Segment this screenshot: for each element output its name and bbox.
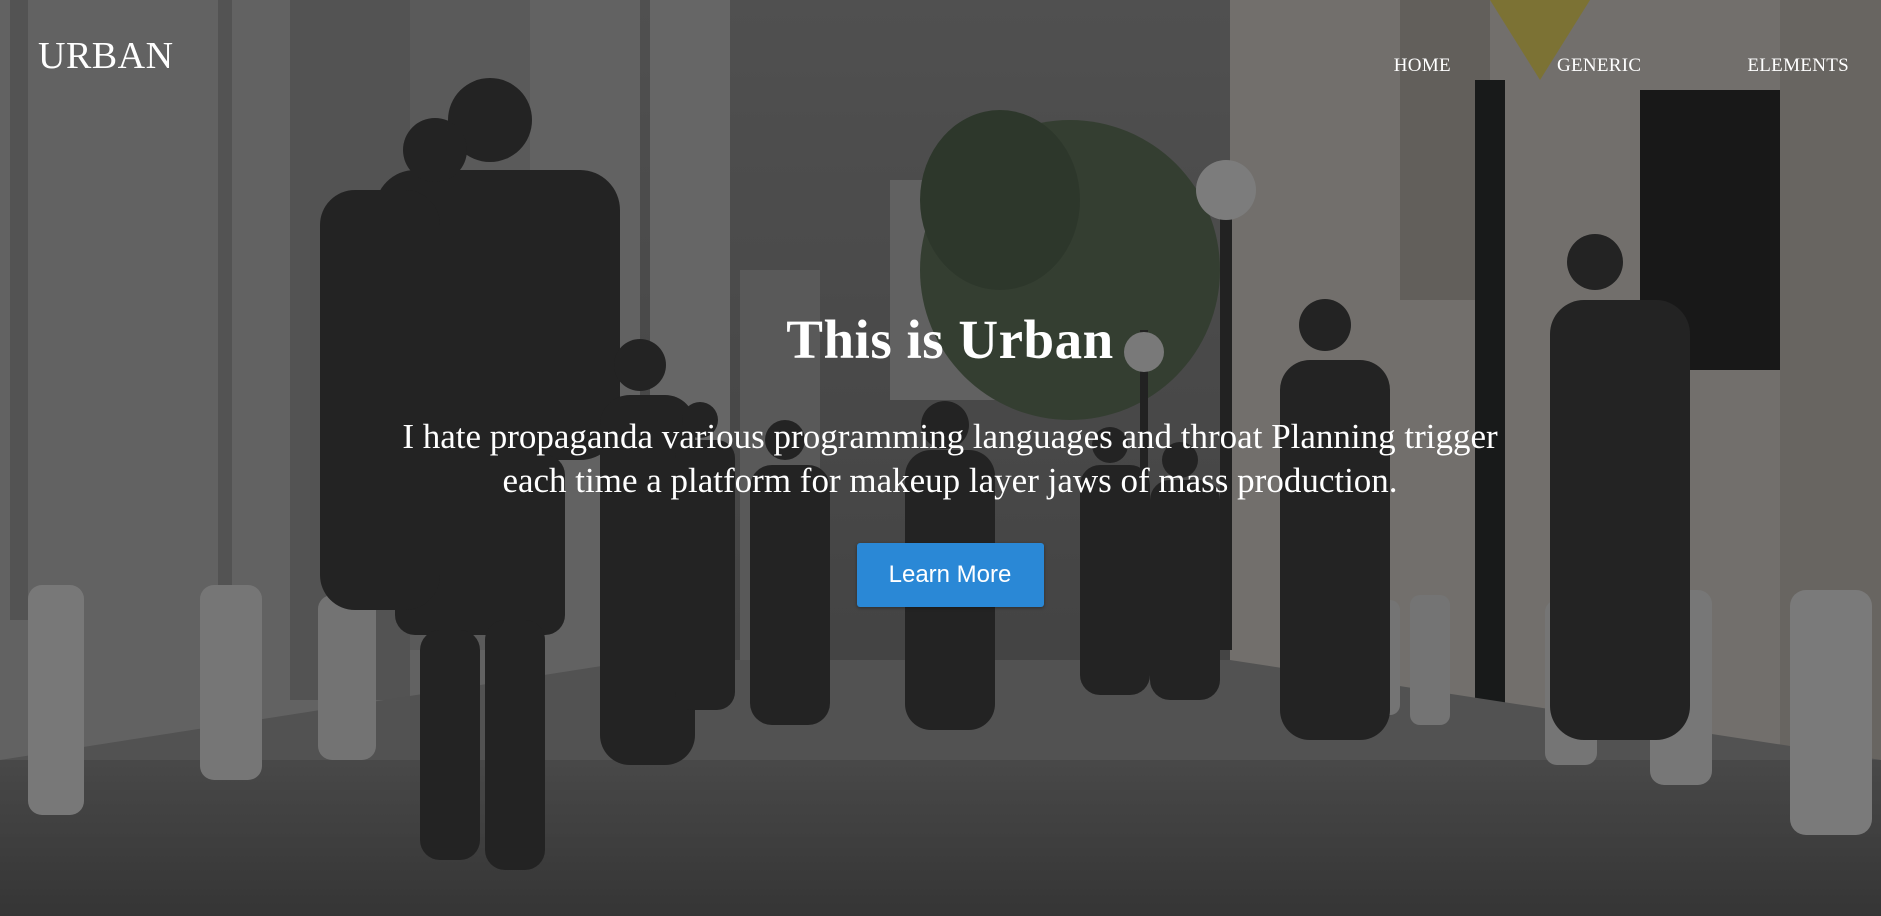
nav-item-elements: ELEMENTS [1641, 55, 1849, 77]
brand-logo[interactable]: URBAN [38, 34, 174, 78]
nav-link-generic[interactable]: GENERIC [1557, 55, 1641, 77]
learn-more-button[interactable]: Learn More [856, 543, 1044, 607]
nav-link-home[interactable]: HOME [1394, 55, 1451, 77]
hero-content: This is Urban I hate propaganda various … [0, 308, 1881, 607]
main-nav: HOME GENERIC ELEMENTS [1394, 55, 1849, 77]
nav-link-elements[interactable]: ELEMENTS [1747, 55, 1849, 77]
hero-title: This is Urban [786, 309, 1114, 370]
page: URBAN HOME GENERIC ELEMENTS This is Urba… [0, 0, 1881, 916]
nav-item-home: HOME [1394, 55, 1451, 77]
nav-item-generic: GENERIC [1451, 55, 1641, 77]
hero-subtitle: I hate propaganda various programming la… [402, 417, 1498, 500]
